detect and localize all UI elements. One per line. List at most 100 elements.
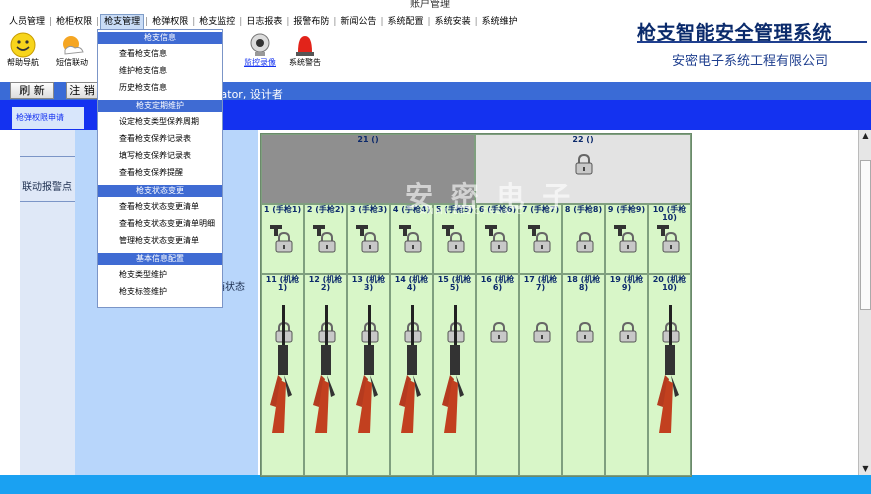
alarm-tool[interactable]: 系统警告	[286, 32, 324, 67]
slot-rifle-14[interactable]: 14 (机枪4)	[390, 274, 433, 476]
slot-rifle-15[interactable]: 15 (机枪5)	[433, 274, 476, 476]
smiley-icon	[10, 32, 36, 58]
slot-label: 22 ()	[572, 135, 594, 144]
slot-pistol-3[interactable]: 3 (手枪3)	[347, 204, 390, 274]
dropdown-item[interactable]: 查看枪支状态变更清单	[119, 201, 219, 213]
dropdown-item[interactable]: 查看枪支保养提醒	[119, 167, 219, 179]
help-nav-label: 帮助导航	[7, 58, 39, 67]
slot-rifle-18[interactable]: 18 (机枪8)	[562, 274, 605, 476]
menu-item-9[interactable]: 系统安装	[432, 15, 474, 29]
padlock-icon	[533, 321, 551, 343]
dropdown-item[interactable]: 查看枪支保养记录表	[119, 133, 219, 145]
menu-item-5[interactable]: 日志报表	[243, 15, 285, 29]
pistol-icon	[485, 225, 497, 236]
brand-divider	[637, 41, 867, 43]
refresh-button[interactable]: 刷 新	[10, 82, 54, 99]
slot-pistol-9[interactable]: 9 (手枪9)	[605, 204, 648, 274]
pistol-icon	[657, 225, 669, 236]
slot-rifle-19[interactable]: 19 (机枪9)	[605, 274, 648, 476]
slot-label: 12 (机枪2)	[308, 275, 343, 292]
padlock-icon	[619, 321, 637, 343]
slot-label: 18 (机枪8)	[566, 275, 601, 292]
monitor-label: 监控录像	[244, 58, 276, 67]
gun-management-dropdown: 枪支信息 查看枪支信息 维护枪支信息 历史枪支信息 枪支定期维护 设定枪支类型保养周期 查看…	[97, 29, 223, 308]
slot-label: 10 (手枪10)	[652, 205, 687, 222]
slot-rifle-17[interactable]: 17 (机枪7)	[519, 274, 562, 476]
slot-label: 20 (机枪10)	[652, 275, 687, 292]
dropdown-section-header: 枪支状态变更	[98, 185, 222, 197]
dropdown-item[interactable]: 设定枪支类型保养周期	[119, 116, 219, 128]
dropdown-item[interactable]: 枪支类型维护	[119, 269, 219, 281]
pistol-icon	[442, 225, 454, 236]
rifle-icon	[270, 305, 292, 433]
menu-item-3[interactable]: 枪弹权限	[149, 15, 191, 29]
slot-label: 19 (机枪9)	[609, 275, 644, 292]
window-title: 账户管理	[410, 0, 450, 10]
slot-label: 3 (手枪3)	[349, 205, 388, 214]
pistol-icon	[270, 225, 282, 236]
pistol-icon	[356, 225, 368, 236]
slot-label: 1 (手枪1)	[263, 205, 302, 214]
scroll-up-icon[interactable]: ▲	[859, 130, 871, 142]
menu-item-6[interactable]: 报警布防	[290, 15, 332, 29]
menu-item-1[interactable]: 枪柜权限	[53, 15, 95, 29]
help-nav-tool[interactable]: 帮助导航	[6, 32, 40, 67]
dropdown-item[interactable]: 维护枪支信息	[119, 65, 219, 77]
tab-weapon-apply[interactable]: 枪弹权限申请	[12, 107, 84, 129]
padlock-icon	[576, 321, 594, 343]
dropdown-item[interactable]: 枪支标签维护	[119, 286, 219, 298]
rifle-icon	[356, 305, 378, 433]
menu-item-4[interactable]: 枪支监控	[196, 15, 238, 29]
slot-label: 16 (机枪6)	[480, 275, 515, 292]
tab-weapon-apply-label: 枪弹权限申请	[16, 113, 64, 122]
padlock-icon	[576, 231, 594, 253]
slot-rifle-12[interactable]: 12 (机枪2)	[304, 274, 347, 476]
slot-pistol-2[interactable]: 2 (手枪2)	[304, 204, 347, 274]
pistol-icon	[614, 225, 626, 236]
sms-link-tool[interactable]: 短信联动	[52, 32, 92, 67]
scroll-thumb[interactable]	[860, 160, 871, 310]
dropdown-section-header: 基本信息配置	[98, 253, 222, 265]
slot-label: 21 ()	[357, 135, 379, 144]
dropdown-item[interactable]: 查看枪支信息	[119, 48, 219, 60]
slot-rifle-11[interactable]: 11 (机枪1)	[261, 274, 304, 476]
menu-item-10[interactable]: 系统维护	[479, 15, 521, 29]
pistol-icon	[528, 225, 540, 236]
rifle-icon	[313, 305, 335, 433]
slot-label: 13 (机枪3)	[351, 275, 386, 292]
menu-item-8[interactable]: 系统配置	[385, 15, 427, 29]
logout-button[interactable]: 注 销	[66, 82, 98, 99]
scroll-down-icon[interactable]: ▼	[859, 463, 871, 475]
dropdown-section-header: 枪支定期维护	[98, 100, 222, 112]
menu-item-7[interactable]: 新闻公告	[337, 15, 379, 29]
slot-label: 15 (机枪5)	[437, 275, 472, 292]
webcam-icon	[250, 33, 270, 56]
slot-pistol-1[interactable]: 1 (手枪1)	[261, 204, 304, 274]
dropdown-item[interactable]: 管理枪支状态变更清单	[119, 235, 219, 247]
slot-label: 11 (机枪1)	[265, 275, 300, 292]
dropdown-item[interactable]: 历史枪支信息	[119, 82, 219, 94]
brand-company: 安密电子系统工程有限公司	[672, 54, 829, 69]
vertical-scrollbar[interactable]: ▲ ▼	[858, 130, 871, 475]
slot-label: 14 (机枪4)	[394, 275, 429, 292]
slot-label: 2 (手枪2)	[306, 205, 345, 214]
dropdown-item[interactable]: 填写枪支保养记录表	[119, 150, 219, 162]
siren-icon	[296, 36, 314, 56]
rifle-icon	[399, 305, 421, 433]
slot-rifle-13[interactable]: 13 (机枪3)	[347, 274, 390, 476]
dropdown-item[interactable]: 查看枪支状态变更清单明细	[119, 218, 219, 230]
menu-item-0[interactable]: 人员管理	[6, 15, 48, 29]
slot-pistol-10[interactable]: 10 (手枪10)	[648, 204, 691, 274]
slot-rifle-20[interactable]: 20 (机枪10)	[648, 274, 691, 476]
padlock-icon	[490, 321, 508, 343]
menu-item-2[interactable]: 枪支管理	[100, 14, 145, 30]
alarm-point-label: 联动报警点	[22, 182, 72, 193]
padlock-icon	[575, 153, 593, 175]
right-empty-area	[690, 130, 858, 475]
slot-rifle-16[interactable]: 16 (机枪6)	[476, 274, 519, 476]
left-nav-cell-1[interactable]	[20, 130, 75, 157]
monitor-tool[interactable]: 监控录像	[240, 32, 280, 67]
pistol-icon	[313, 225, 325, 236]
rifle-icon	[442, 305, 464, 433]
status-bar	[0, 475, 871, 494]
